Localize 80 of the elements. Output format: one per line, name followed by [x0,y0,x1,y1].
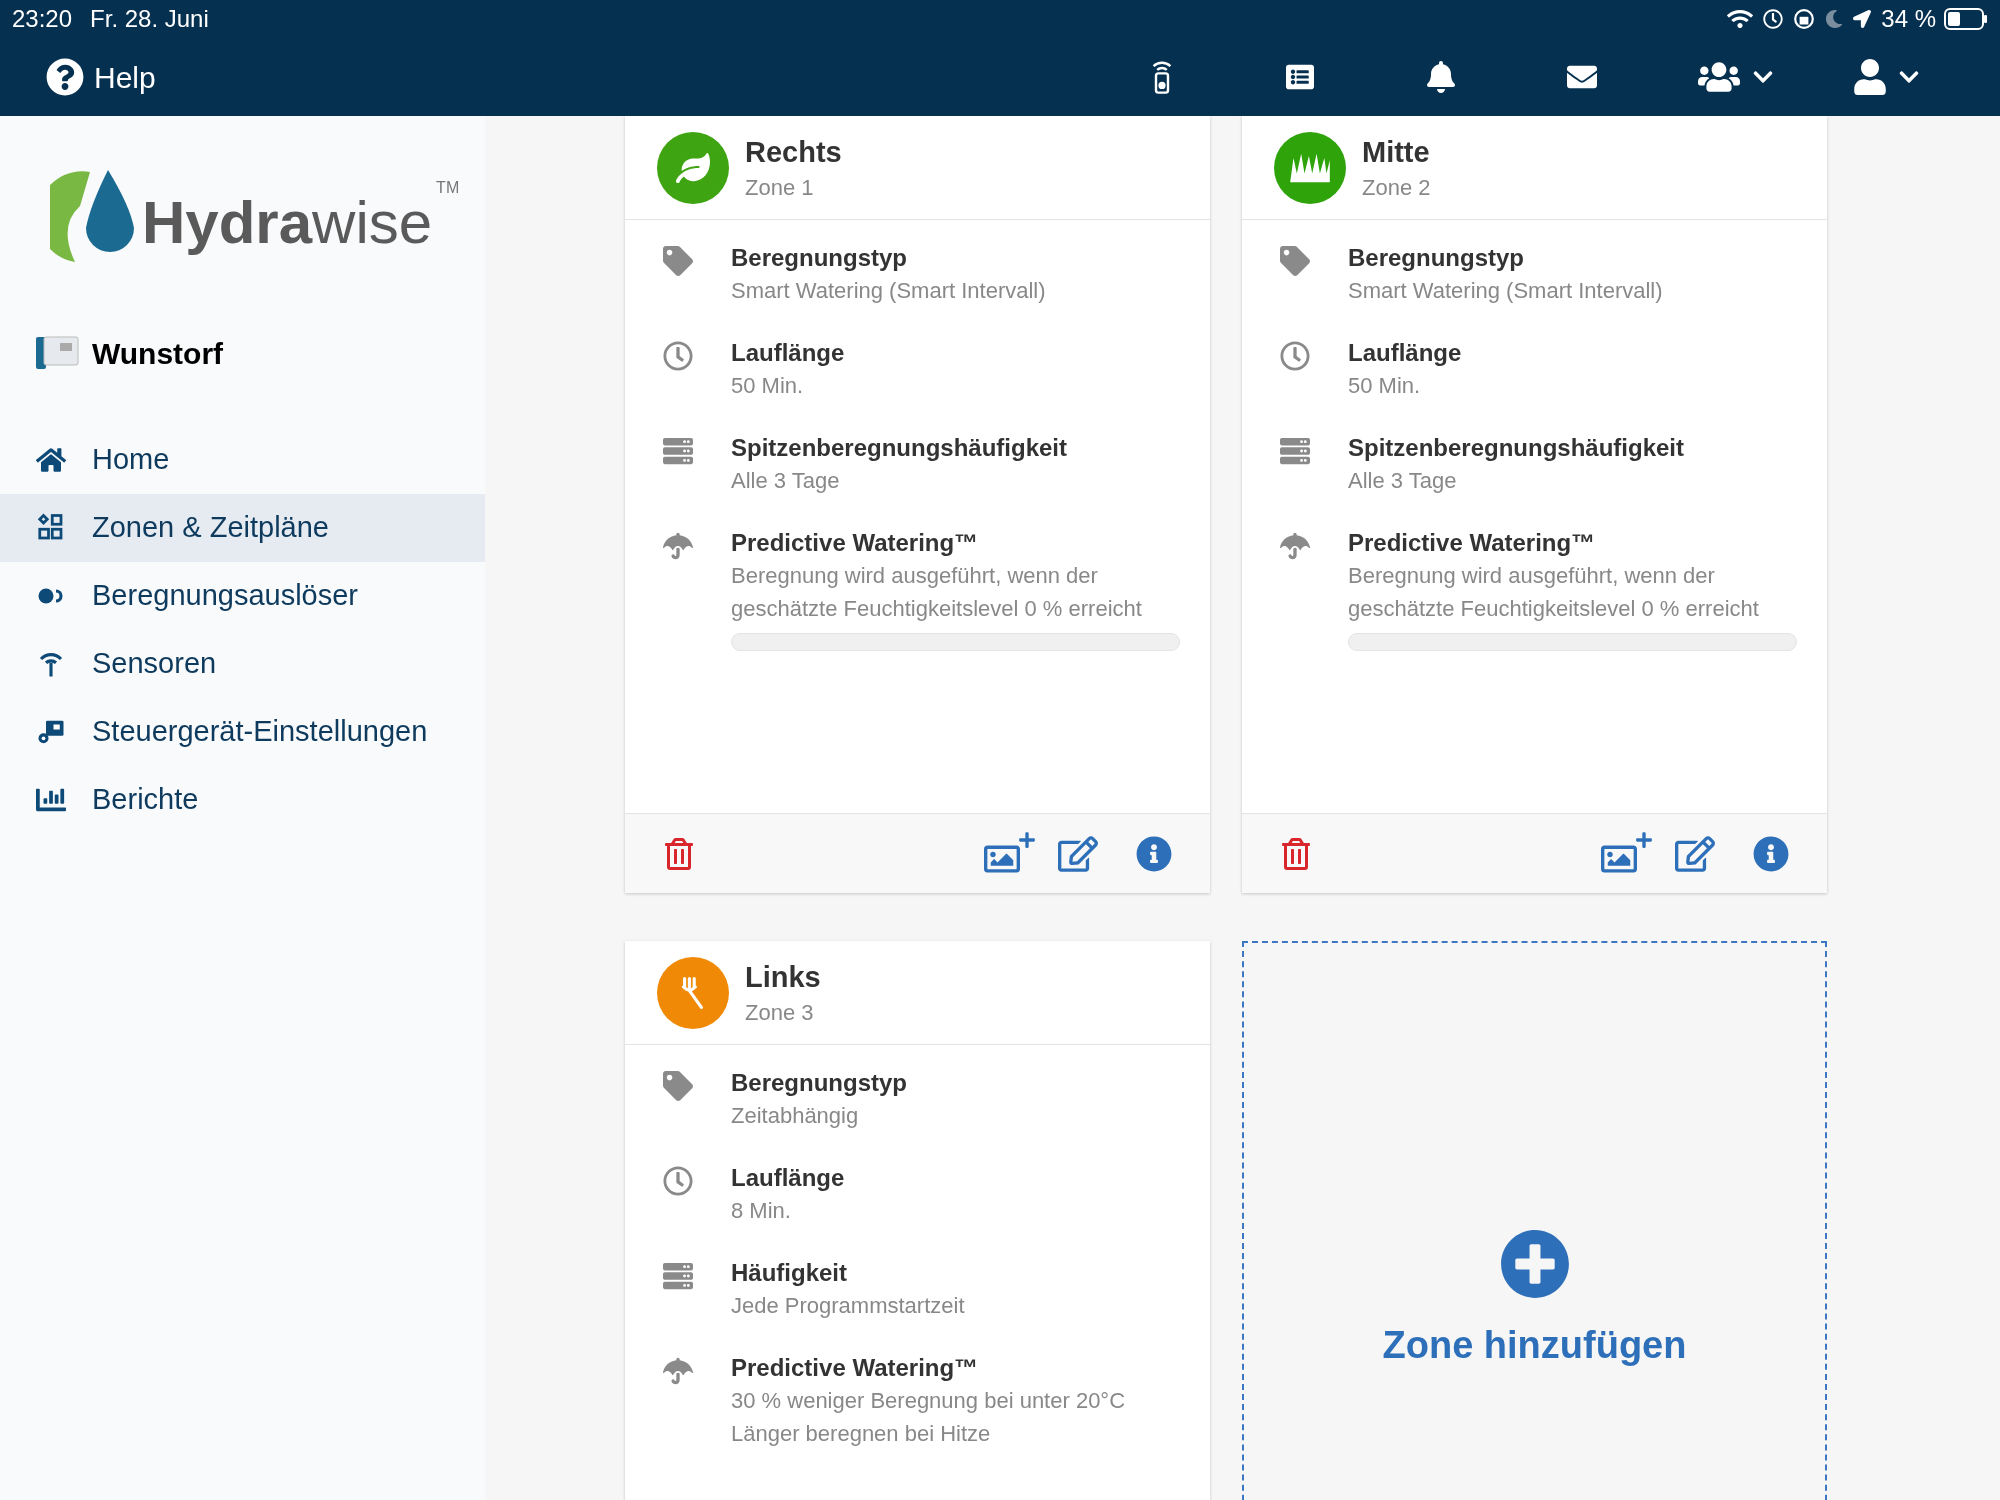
zone-number: Zone 1 [745,173,815,202]
wifi-icon [1727,8,1754,30]
stacked-bars-icon [663,1261,693,1291]
sidebar-nav-item[interactable]: Berichte [0,766,485,834]
rotation-lock-icon [1793,8,1816,30]
detail-label: Predictive Watering™ [731,1353,980,1383]
detail-value: 30 % weniger Beregnung bei unter 20°C Länger beregnen bei Hitze [731,1387,1127,1448]
trademark-symbol: TM [436,180,460,196]
logo-wordmark: Hydrawise [142,188,434,258]
detail-label: Lauflänge [731,1163,846,1193]
zone-number: Zone 2 [1362,173,1431,202]
tag-icon [663,246,693,276]
tag-icon [663,1071,693,1101]
controller-device-icon [36,335,80,371]
info-button[interactable] [1136,835,1172,872]
plus-icon [1635,830,1653,849]
edit-button[interactable] [1675,835,1715,872]
delete-button[interactable] [1280,837,1312,870]
detail-label: Spitzenberegnungshäufigkeit [731,433,1069,463]
sidebar-nav-item[interactable]: Zonen & Zeitpläne [0,494,485,562]
detail-label: Spitzenberegnungshäufigkeit [1348,433,1686,463]
house-icon [36,445,66,475]
users-icon [1698,59,1740,95]
sidebar-nav-item[interactable]: Steuergerät-Einstellungen [0,698,485,766]
controller-name: Wunstorf [92,335,224,372]
clock-icon [663,1166,693,1196]
moon-icon [1825,10,1844,28]
detail-label: Beregnungstyp [731,1068,908,1098]
detail-value: 8 Min. [731,1197,792,1225]
edit-button[interactable] [1058,835,1098,872]
users-menu-button[interactable] [1698,59,1774,95]
sidebar-nav-item[interactable]: Home [0,426,485,494]
detail-value: 50 Min. [731,372,805,400]
detail-value: Beregnung wird ausgeführt, wenn der geschätzte Feuchtigkeitslevel 0 % erreicht [1348,562,1760,623]
info-button[interactable] [1753,835,1789,872]
detail-label: Predictive Watering™ [1348,528,1597,558]
user-menu-button[interactable] [1854,59,1920,95]
plus-icon [1018,830,1036,849]
detail-label: Lauflänge [1348,338,1463,368]
detail-label: Beregnungstyp [1348,243,1525,273]
detail-value: Beregnung wird ausgeführt, wenn der geschätzte Feuchtigkeitslevel 0 % erreicht [731,562,1143,623]
question-icon [46,58,84,96]
battery-percentage: 34 % [1881,4,1936,34]
detail-value: Zeitabhängig [731,1102,860,1130]
user-icon [1854,59,1886,95]
clock-icon [1280,341,1310,371]
detail-value: Alle 3 Tage [1348,467,1458,495]
umbrella-icon [1280,531,1310,561]
stacked-bars-icon [1280,436,1310,466]
zone-name: Rechts [745,134,842,170]
zone-name: Mitte [1362,134,1431,170]
detail-label: Predictive Watering™ [731,528,980,558]
umbrella-icon [663,1356,693,1386]
add-zone-button[interactable]: Zone hinzufügen [1242,941,1827,1500]
zone-number: Zone 3 [745,998,815,1027]
sidebar-nav-item[interactable]: Beregnungsauslöser [0,562,485,630]
list-icon[interactable] [1284,63,1316,91]
status-date: Fr. 28. Juni [90,4,209,34]
alarm-icon [1763,9,1784,29]
detail-value: Jede Programmstartzeit [731,1292,966,1320]
location-arrow-icon [1853,10,1872,28]
detail-value: 50 Min. [1348,372,1422,400]
umbrella-icon [663,531,693,561]
detail-value: Alle 3 Tage [731,467,841,495]
zone-name: Links [745,959,821,995]
detail-value: Smart Watering (Smart Intervall) [731,277,1047,305]
detail-label: Lauflänge [731,338,846,368]
tag-icon [1280,246,1310,276]
detail-value: Smart Watering (Smart Intervall) [1348,277,1664,305]
delete-button[interactable] [663,837,695,870]
battery-icon [1944,8,1988,30]
detail-label: Beregnungstyp [731,243,908,273]
stacked-bars-icon [663,436,693,466]
sidebar-nav-item[interactable]: Sensoren [0,630,485,698]
remote-icon[interactable] [1150,59,1174,95]
status-time: 23:20 [12,4,73,34]
bell-icon[interactable] [1426,61,1456,93]
detail-label: Häufigkeit [731,1258,848,1288]
help-button[interactable]: Help [46,54,156,100]
clock-icon [663,341,693,371]
